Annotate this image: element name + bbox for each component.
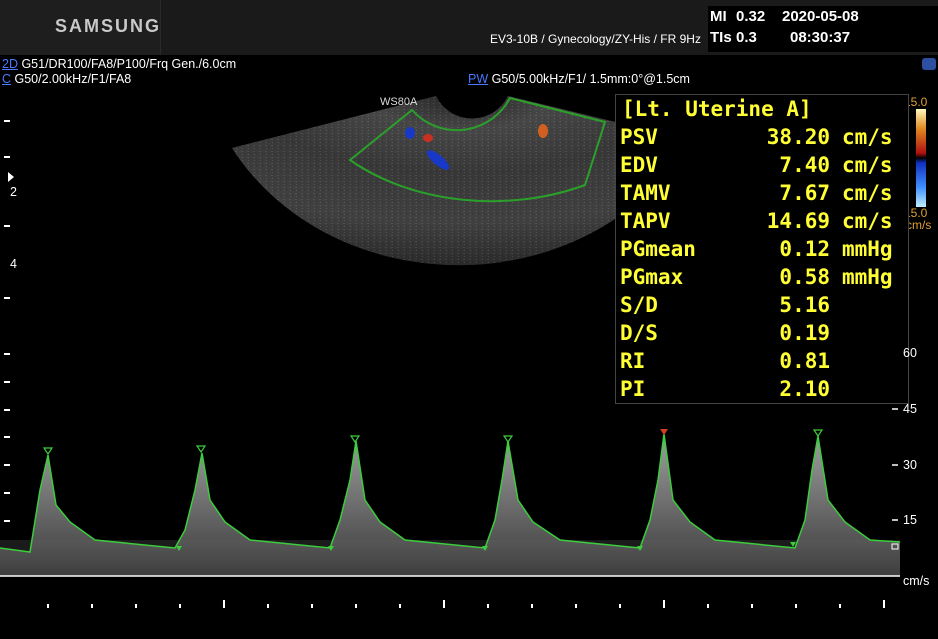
- measurement-value: 5.16: [779, 293, 830, 317]
- peak-marker-2: [195, 445, 207, 454]
- velocity-unit: cm/s: [903, 574, 930, 588]
- measurement-row: D/S 0.19: [620, 321, 910, 349]
- measurement-label: TAMV: [620, 181, 671, 205]
- measurement-label: TAPV: [620, 209, 671, 233]
- measurement-row: PGmax 0.58 mmHg: [620, 265, 910, 293]
- measurement-title: [Lt. Uterine A]: [622, 97, 812, 121]
- flow-red-2: [538, 124, 548, 138]
- measurement-unit: cm/s: [842, 181, 893, 205]
- measurement-value: 0.12: [779, 237, 830, 261]
- measurement-row: S/D 5.16: [620, 293, 910, 321]
- measurement-value: 38.20: [766, 125, 830, 149]
- measurement-label: PSV: [620, 125, 658, 149]
- measurement-label: D/S: [620, 321, 658, 345]
- measurement-value: 14.69: [766, 209, 830, 233]
- measurement-row: RI 0.81: [620, 349, 910, 377]
- measurement-value: 7.40: [779, 153, 830, 177]
- measurement-value: 7.67: [779, 181, 830, 205]
- doppler-envelope: [0, 433, 901, 553]
- doppler-spectrum: [0, 434, 900, 576]
- measurement-row: PGmean 0.12 mmHg: [620, 237, 910, 265]
- measurement-row: TAMV 7.67 cm/s: [620, 181, 910, 209]
- velocity-label-15: 15: [903, 513, 917, 527]
- measurement-label: PI: [620, 377, 646, 401]
- peak-marker-6: [812, 429, 824, 438]
- depth-label-4: 4: [10, 257, 17, 271]
- depth-label-2: 2: [10, 185, 17, 199]
- measurement-value: 2.10: [779, 377, 830, 401]
- velocity-label-30: 30: [903, 458, 917, 472]
- peak-marker-4: [502, 435, 514, 444]
- measurement-value: 0.58: [779, 265, 830, 289]
- measurement-value: 0.81: [779, 349, 830, 373]
- peak-marker-active: [660, 429, 668, 435]
- measurement-unit: mmHg: [842, 265, 893, 289]
- peak-marker-1: [42, 447, 54, 456]
- flow-blue-2: [405, 127, 415, 139]
- measurement-row: PSV 38.20 cm/s: [620, 125, 910, 153]
- measurement-label: S/D: [620, 293, 658, 317]
- measurement-unit: cm/s: [842, 209, 893, 233]
- probe-label: WS80A: [380, 96, 418, 108]
- velocity-label-45: 45: [903, 402, 917, 416]
- velocity-label-60: 60: [903, 346, 917, 360]
- measurement-unit: mmHg: [842, 237, 893, 261]
- measurement-row: TAPV 14.69 cm/s: [620, 209, 910, 237]
- peak-marker-3: [349, 435, 361, 444]
- measurement-label: PGmax: [620, 265, 684, 289]
- measurement-row: EDV 7.40 cm/s: [620, 153, 910, 181]
- measurement-label: PGmean: [620, 237, 696, 261]
- flow-red: [423, 134, 433, 142]
- color-scale-bar: [916, 109, 926, 207]
- measurement-row: PI 2.10: [620, 377, 910, 405]
- measurement-label: EDV: [620, 153, 658, 177]
- measurement-value: 0.19: [779, 321, 830, 345]
- measurement-panel: [Lt. Uterine A] PSV 38.20 cm/s EDV 7.40 …: [615, 94, 909, 404]
- measurement-label: RI: [620, 349, 646, 373]
- measurement-unit: cm/s: [842, 153, 893, 177]
- focus-marker-icon: [8, 172, 14, 182]
- measurement-unit: cm/s: [842, 125, 893, 149]
